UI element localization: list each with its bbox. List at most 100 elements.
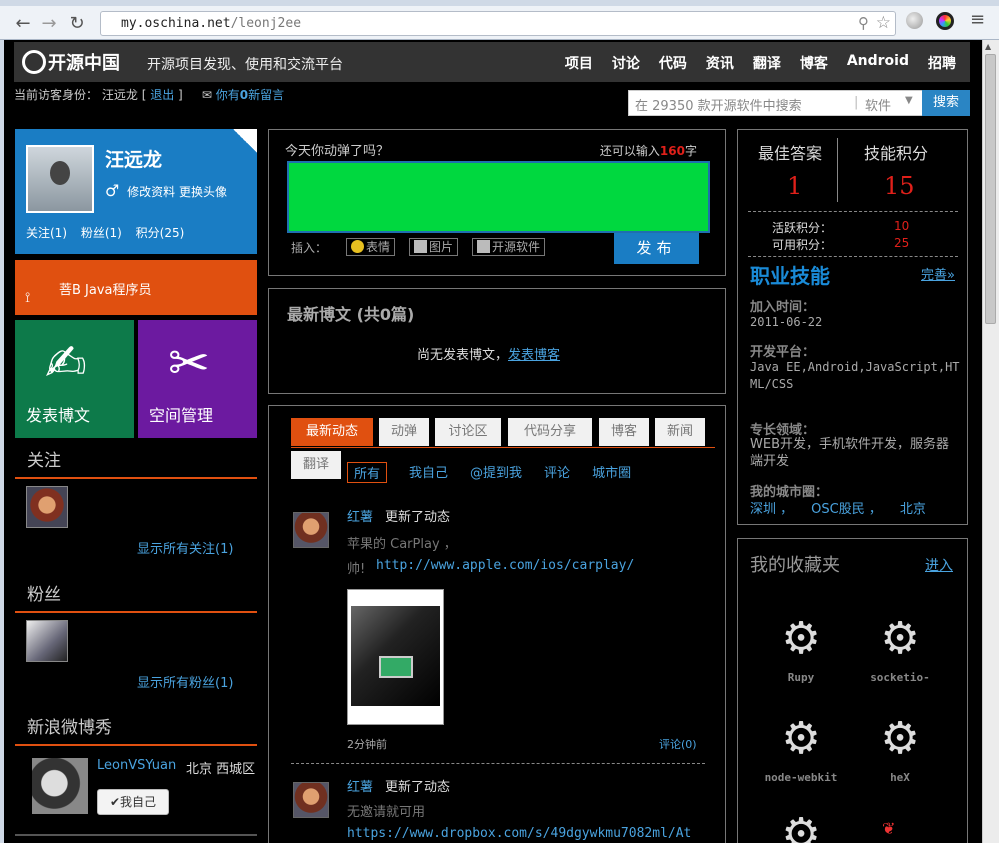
fans-count-link[interactable]: 粉丝(1) [81, 226, 122, 240]
site-logo[interactable]: 开源中国 [22, 49, 120, 75]
gear-icon[interactable]: ⚙ [779, 717, 823, 761]
edit-profile-link[interactable]: 修改资料 [127, 185, 175, 199]
search-input[interactable]: 在 29350 款开源软件中搜索 [635, 95, 802, 114]
complete-skills-link[interactable]: 完善» [921, 264, 955, 283]
post-blog-tile[interactable]: ✍ 发表博文 [15, 320, 134, 438]
tab-code-share[interactable]: 代码分享 [508, 418, 592, 446]
extension-color-icon[interactable] [936, 12, 954, 30]
follow-avatar[interactable] [26, 486, 68, 528]
fan-avatar[interactable] [26, 620, 68, 662]
subtab-comments[interactable]: 评论 [544, 462, 570, 483]
favorite-item-label[interactable]: node-webkit [756, 771, 846, 784]
emoji-button[interactable]: 表情 [346, 238, 396, 256]
feed-action: 更新了动态 [385, 510, 451, 525]
city-shenzhen[interactable]: 深圳 ， [750, 502, 793, 517]
image-button[interactable]: 图片 [409, 238, 459, 256]
feed-avatar[interactable] [293, 782, 329, 818]
show-all-follow-link[interactable]: 显示所有关注(1) [137, 538, 233, 557]
profile-actions: ♂ 修改资料 更换头像 [105, 181, 227, 200]
weibo-self-button[interactable]: ✔我自己 [97, 789, 169, 815]
current-user-name: 汪远龙 [101, 88, 138, 102]
show-all-fans-link[interactable]: 显示所有粉丝(1) [137, 672, 233, 691]
feed-action: 更新了动态 [385, 780, 451, 795]
score-link[interactable]: 积分(25) [136, 226, 185, 240]
search-button[interactable]: 搜索 [922, 90, 970, 116]
gear-icon[interactable]: ⚙ [779, 617, 823, 661]
favorite-item-label[interactable]: Rupy [756, 671, 846, 684]
male-icon: ♂ [105, 181, 120, 200]
address-bar[interactable]: my.oschina.net/leonj2ee ⚲ ☆ [100, 11, 896, 36]
best-answer-label: 最佳答案 [758, 144, 823, 163]
nav-blog[interactable]: 博客 [800, 53, 828, 73]
feed-link[interactable]: http://www.apple.com/ios/carplay/ [376, 558, 634, 573]
tab-discuss[interactable]: 讨论区 [435, 418, 501, 446]
nav-code[interactable]: 代码 [659, 53, 687, 73]
bookmark-star-icon[interactable]: ☆ [876, 13, 891, 33]
subtab-mentions[interactable]: @提到我 [470, 462, 522, 483]
gear-icon[interactable]: ⚙ [878, 717, 922, 761]
city-beijing[interactable]: 北京 [900, 502, 926, 517]
weibo-username[interactable]: LeonVSYuan [97, 758, 176, 773]
subtab-all[interactable]: 所有 [347, 462, 388, 483]
subtab-city[interactable]: 城市圈 [592, 462, 631, 483]
tab-tweet[interactable]: 动弹 [379, 418, 429, 446]
tab-news[interactable]: 新闻 [655, 418, 705, 446]
domain-value: WEB开发，手机软件开发，服务器端开发 [750, 437, 949, 469]
reload-icon[interactable]: ↻ [66, 13, 88, 35]
nav-android[interactable]: Android [847, 53, 909, 73]
page-curl-icon [233, 129, 257, 153]
plant-logo-icon[interactable]: ❦ [882, 819, 895, 838]
back-icon[interactable]: ← [12, 13, 34, 35]
rss-icon[interactable]: ⟟ [25, 290, 30, 306]
fans-section-title: 粉丝 [15, 580, 257, 613]
nav-translate[interactable]: 翻译 [753, 53, 781, 73]
weibo-avatar[interactable] [32, 758, 88, 814]
space-management-tile[interactable]: ✂ 空间管理 [138, 320, 257, 438]
stat-divider [837, 138, 838, 202]
feed-avatar[interactable] [293, 512, 329, 548]
tab-translate[interactable]: 翻译 [291, 451, 341, 479]
nav-projects[interactable]: 项目 [565, 53, 593, 73]
menu-icon[interactable]: ≡ [970, 9, 985, 30]
gear-icon[interactable]: ⚙ [779, 813, 823, 843]
change-avatar-link[interactable]: 更换头像 [179, 185, 227, 199]
zoom-icon[interactable]: ⚲ [858, 14, 869, 32]
scroll-up-icon[interactable]: ▲ [985, 42, 991, 51]
post-blog-link[interactable]: 发表博客 [508, 348, 560, 363]
chevron-down-icon[interactable]: ▼ [905, 95, 913, 106]
feed-image[interactable] [347, 589, 444, 725]
platform-value: Java EE,Android,JavaScript,HTML/CSS [750, 360, 960, 391]
forward-icon[interactable]: → [38, 13, 60, 35]
write-hand-icon: ✍ [45, 334, 87, 392]
status-textarea[interactable] [287, 161, 710, 233]
nav-jobs[interactable]: 招聘 [928, 53, 956, 73]
city-osc-stock[interactable]: OSC股民 ， [811, 502, 882, 517]
tab-blog[interactable]: 博客 [599, 418, 649, 446]
search-category-select[interactable]: 软件 [865, 95, 891, 114]
stats-skills-box: 最佳答案 1 技能积分 15 活跃积分： 10 可用积分： 25 职业技能 完善» … [737, 129, 968, 525]
scrollbar-thumb[interactable] [985, 54, 996, 324]
nav-news[interactable]: 资讯 [706, 53, 734, 73]
avatar[interactable] [26, 145, 94, 213]
feed-user-link[interactable]: 红薯 [347, 506, 373, 525]
gear-icon[interactable]: ⚙ [878, 617, 922, 661]
nav-discuss[interactable]: 讨论 [612, 53, 640, 73]
logout-link[interactable]: 退出 [150, 88, 174, 102]
feed-tabs: 最新动态 动弹 讨论区 代码分享 博客 新闻 翻译 [291, 418, 715, 479]
feed-comment-link[interactable]: 评论(0) [659, 736, 697, 752]
follow-count-link[interactable]: 关注(1) [26, 226, 67, 240]
favorite-item-label[interactable]: heX [855, 771, 945, 784]
top-nav: 项目 讨论 代码 资讯 翻译 博客 Android 招聘 [565, 53, 956, 73]
favorite-item-label[interactable]: socketio- [855, 671, 945, 684]
favorites-enter-link[interactable]: 进入 [925, 555, 953, 575]
subtab-mine[interactable]: 我自己 [409, 462, 448, 483]
software-button[interactable]: 开源软件 [472, 238, 546, 256]
messages-link[interactable]: 你有0新留言 [216, 88, 284, 102]
mail-icon: ✉ [201, 88, 212, 102]
feed-user-link[interactable]: 红薯 [347, 776, 373, 795]
feed-link[interactable]: https://www.dropbox.com/s/49dgywkmu7082m… [347, 826, 691, 841]
tab-latest[interactable]: 最新动态 [291, 418, 373, 446]
publish-button[interactable]: 发布 [614, 233, 699, 264]
active-score-row: 活跃积分： 10 [772, 219, 910, 235]
extension-globe-icon[interactable] [906, 12, 923, 29]
